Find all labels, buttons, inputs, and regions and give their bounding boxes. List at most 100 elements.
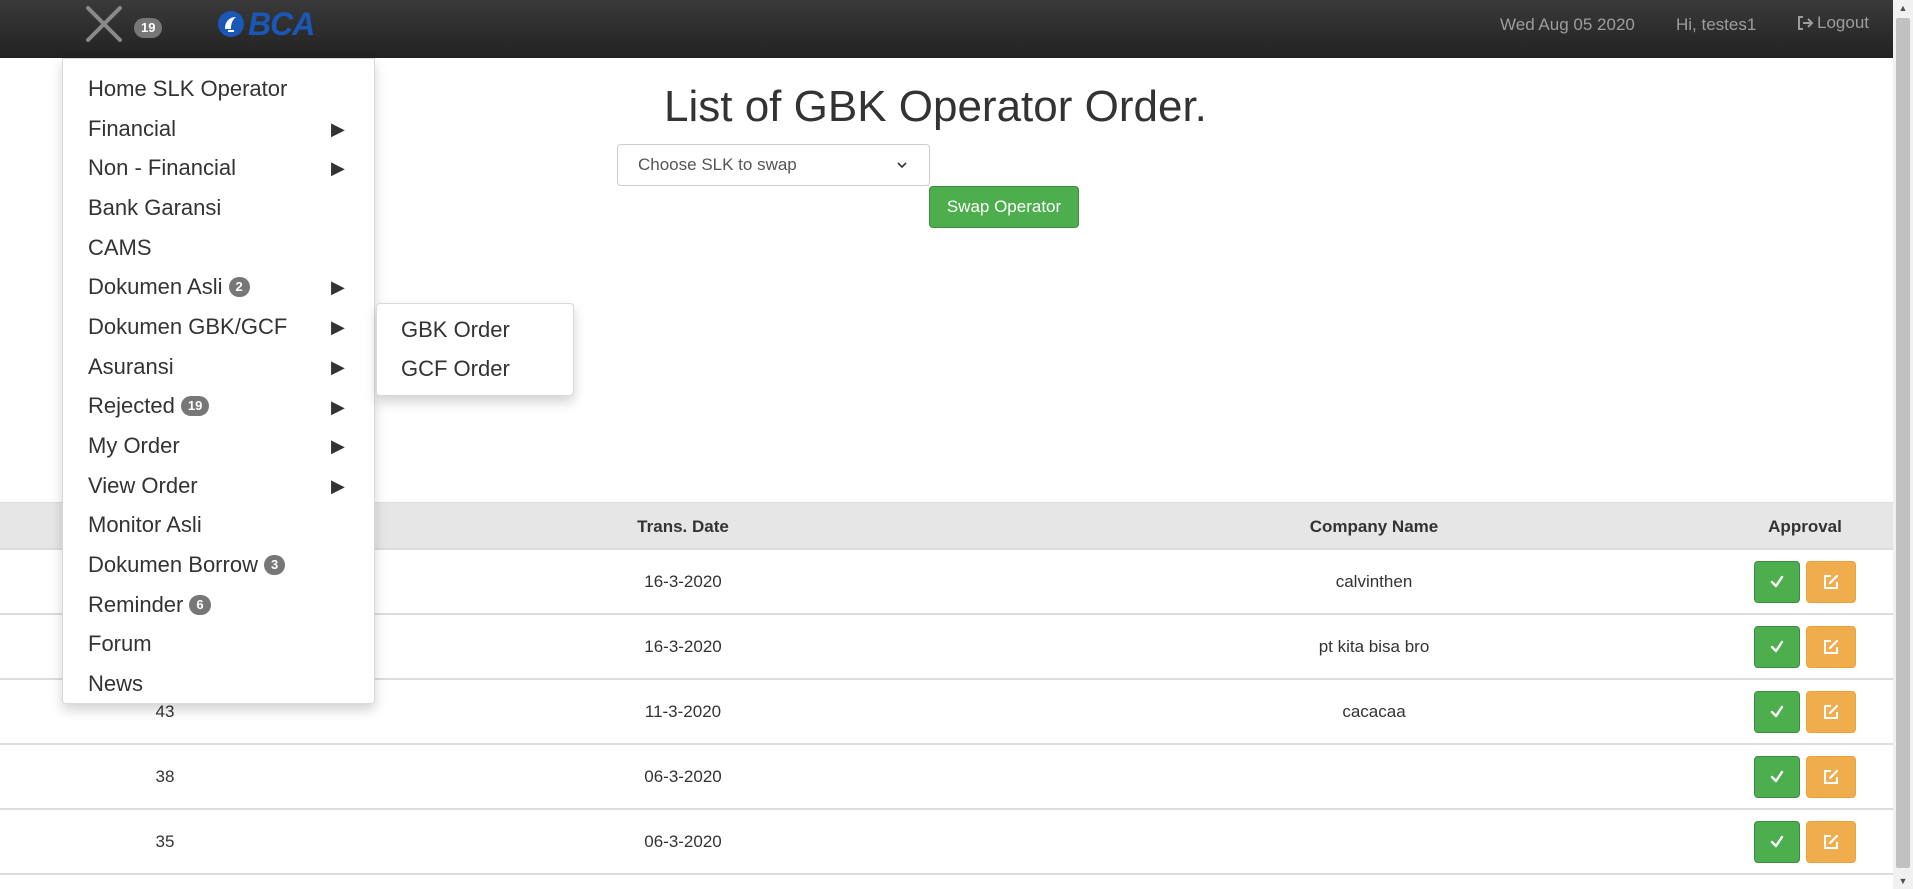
navigation-menu: Home SLK Operator Financial ▶ Non - Financi… [62,58,375,704]
menu-item-dokumen-borrow[interactable]: Dokumen Borrow 3 [63,545,374,585]
row-trans-date: 16-3-2020 [644,572,722,591]
menu-item-forum[interactable]: Forum [63,625,374,665]
edit-button[interactable] [1806,821,1856,863]
row-company-name: calvinthen [1335,572,1413,591]
menu-item-label: My Order [88,433,180,459]
chevron-down-icon [897,162,907,169]
edit-icon [1824,769,1839,784]
approve-button[interactable] [1754,626,1800,668]
submenu-arrow-icon: ▶ [331,277,345,298]
submenu-arrow-icon: ▶ [331,396,345,417]
logout-label: Logout [1817,13,1869,32]
menu-item-asuransi[interactable]: Asuransi ▶ [63,347,374,387]
scroll-down-arrow-icon[interactable]: ▼ [1893,873,1913,889]
close-icon[interactable] [84,4,124,44]
bca-logo[interactable]: BCA [216,5,315,42]
table-row: 38 06-3-2020 [0,745,1893,810]
header-company-name: Company Name [1309,517,1439,536]
menu-item-label: Forum [88,631,152,657]
submenu-item-gbk-order[interactable]: GBK Order [377,310,573,349]
menu-item-label: Home SLK Operator [88,75,288,101]
edit-icon [1824,574,1839,589]
check-icon [1770,705,1784,718]
table-row: 35 06-3-2020 [0,810,1893,875]
submenu-item-gcf-order[interactable]: GCF Order [377,349,573,388]
menu-item-label: Financial [88,115,177,141]
check-icon [1770,640,1784,653]
menu-item-label: Bank Garansi [88,194,222,220]
check-icon [1770,770,1784,783]
approve-button[interactable] [1754,756,1800,798]
row-trans-date: 16-3-2020 [644,637,722,656]
scrollbar-thumb[interactable] [1896,18,1910,868]
submenu-arrow-icon: ▶ [331,317,345,338]
row-company-name: cacacaa [1342,702,1406,721]
submenu-arrow-icon: ▶ [331,356,345,377]
bca-logo-icon [218,11,244,37]
edit-icon [1824,639,1839,654]
edit-button[interactable] [1806,756,1856,798]
submenu-arrow-icon: ▶ [331,118,345,139]
menu-item-label: Reminder [88,591,184,617]
approve-button[interactable] [1754,561,1800,603]
edit-button[interactable] [1806,691,1856,733]
top-navbar: 19 BCA Wed Aug 05 2020 Hi, testes1 Logou… [0,0,1893,58]
menu-item-my-order[interactable]: My Order ▶ [63,426,374,466]
check-icon [1770,575,1784,588]
page-title: List of GBK Operator Order. [664,82,1207,131]
menu-item-bank-garansi[interactable]: Bank Garansi [63,188,374,228]
menu-item-label: View Order [88,472,198,498]
check-icon [1770,835,1784,848]
edit-icon [1824,704,1839,719]
menu-item-label: Dokumen GBK/GCF [88,313,288,339]
row-id: 38 [155,767,175,786]
swap-operator-button[interactable]: Swap Operator [929,186,1079,228]
menu-item-reminder[interactable]: Reminder 6 [63,585,374,625]
row-company-name: pt kita bisa bro [1318,637,1430,656]
edit-button[interactable] [1806,561,1856,603]
menu-item-dokumen-gbk-gcf[interactable]: Dokumen GBK/GCF ▶ [63,307,374,347]
approve-button[interactable] [1754,691,1800,733]
menu-item-label: Dokumen Asli [88,274,223,300]
row-id: 35 [155,832,175,851]
row-trans-date: 06-3-2020 [644,767,722,786]
menu-item-badge: 6 [189,594,211,615]
menu-item-label: Monitor Asli [88,512,202,538]
brand-name: BCA [248,5,315,42]
slk-select-value: Choose SLK to swap [638,155,797,174]
current-date: Wed Aug 05 2020 [1500,15,1635,34]
menu-item-rejected[interactable]: Rejected 19 ▶ [63,387,374,427]
menu-item-badge: 2 [228,277,250,298]
submenu-arrow-icon: ▶ [331,158,345,179]
notification-badge: 19 [134,18,163,38]
menu-item-cams[interactable]: CAMS [63,228,374,268]
menu-item-label: News [88,671,144,697]
gbk-gcf-submenu: GBK Order GCF Order [376,303,574,396]
menu-item-view-order[interactable]: View Order ▶ [63,466,374,506]
menu-item-badge: 3 [263,555,286,576]
menu-item-monitor-asli[interactable]: Monitor Asli [63,506,374,546]
logout-link[interactable]: Logout [1796,13,1869,33]
menu-item-home-slk-operator[interactable]: Home SLK Operator [63,69,374,109]
menu-item-label: Non - Financial [88,155,236,181]
row-trans-date: 11-3-2020 [644,702,722,721]
submenu-arrow-icon: ▶ [331,436,345,457]
menu-item-label: Rejected [88,393,175,419]
approve-button[interactable] [1754,821,1800,863]
user-greeting: Hi, testes1 [1676,15,1757,34]
edit-icon [1824,834,1839,849]
edit-button[interactable] [1806,626,1856,668]
slk-select[interactable]: Choose SLK to swap [617,144,930,186]
header-trans-date: Trans. Date [637,517,729,536]
menu-item-non-financial[interactable]: Non - Financial ▶ [63,148,374,188]
header-approval: Approval [1768,517,1842,536]
menu-item-dokumen-asli[interactable]: Dokumen Asli 2 ▶ [63,267,374,307]
menu-item-badge: 19 [180,396,210,417]
scroll-up-arrow-icon[interactable]: ▲ [1893,0,1913,16]
menu-item-news[interactable]: News [63,664,374,704]
menu-item-financial[interactable]: Financial ▶ [63,109,374,149]
submenu-arrow-icon: ▶ [331,475,345,496]
vertical-scrollbar[interactable]: ▲ ▼ [1893,0,1913,889]
row-trans-date: 06-3-2020 [644,832,722,851]
row-id: 43 [155,702,175,721]
